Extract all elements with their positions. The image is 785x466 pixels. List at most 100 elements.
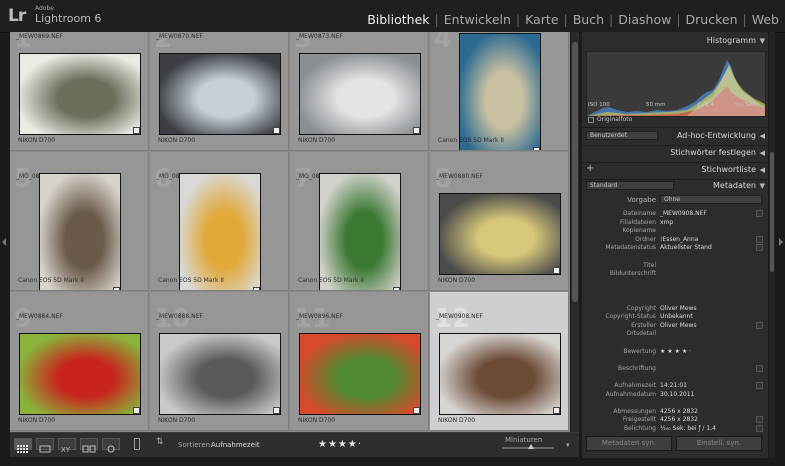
metadata-value[interactable]: 4256 x 2832 [660, 408, 698, 415]
metadata-action-icon[interactable] [756, 425, 763, 432]
edit-badge-icon[interactable] [553, 407, 560, 414]
metadata-value[interactable]: Unbekannt [660, 313, 693, 320]
metadata-action-icon[interactable] [756, 364, 763, 372]
thumbnail-size-slider[interactable] [502, 444, 554, 449]
grid-cell[interactable]: 10 _MEW0888.NEF NIKON D700 [150, 292, 289, 431]
add-keyword-icon[interactable]: + [586, 163, 594, 174]
metadata-key: Bildunterschrift [609, 270, 656, 278]
metadata-preset-dropdown[interactable]: Standard [586, 181, 674, 190]
edit-badge-icon[interactable] [553, 267, 560, 274]
compare-view-button[interactable]: XY [58, 438, 76, 454]
grid-cell[interactable]: 6_MG_0858.CR2Canon EOS 5D Mark II [150, 152, 289, 291]
edit-badge-icon[interactable] [393, 287, 400, 290]
module-buch[interactable]: Buch [573, 12, 604, 27]
edit-badge-icon[interactable] [273, 407, 280, 414]
sync-settings-button[interactable]: Einstell. syn. [676, 436, 762, 451]
metadata-value[interactable]: 30.10.2011 [660, 391, 694, 398]
edit-badge-icon[interactable] [113, 287, 120, 290]
sort-direction-icon[interactable]: ⇅ [156, 437, 164, 447]
edit-badge-icon[interactable] [413, 407, 420, 414]
grid-cell[interactable]: 11 _MEW0896.NEF NIKON D700 [290, 292, 429, 431]
edit-badge-icon[interactable] [133, 407, 140, 414]
photo-thumbnail[interactable] [299, 333, 421, 415]
left-panel-toggle-icon[interactable] [2, 238, 6, 246]
grid-cell[interactable]: 9 _MEW0884.NEF NIKON D700 [10, 292, 149, 431]
spray-can-icon[interactable] [134, 438, 140, 450]
right-panel-toggle-icon[interactable] [779, 238, 783, 246]
edit-badge-icon[interactable] [133, 127, 140, 134]
rating-filter-stars[interactable]: ★★★★· [318, 439, 362, 450]
people-view-button[interactable] [102, 438, 120, 453]
metadata-action-icon[interactable] [756, 235, 763, 243]
grid-cell[interactable]: 5_MG_0856.CR2Canon EOS 5D Mark II [10, 152, 149, 291]
grid-cell[interactable]: 1 _MEW0869.NEF NIKON D700 [10, 32, 149, 151]
module-drucken[interactable]: Drucken [686, 12, 738, 27]
metadata-value[interactable]: 4256 x 2832 [660, 416, 698, 423]
survey-view-button[interactable] [80, 438, 98, 453]
photo-thumbnail[interactable] [459, 33, 541, 150]
keywording-header[interactable]: Stichwörter festlegen ◀ [582, 146, 768, 160]
grid-cell[interactable]: 4 Canon EOS 5D Mark II [430, 32, 569, 151]
edit-badge-icon[interactable] [413, 127, 420, 134]
right-panel: Histogramm ▼ ISO 100 50 mm ƒ / 1,4 ¹⁄₂₀₀… [582, 32, 768, 458]
module-entwickeln[interactable]: Entwickeln [444, 12, 511, 27]
histogram-header[interactable]: Histogramm ▼ [582, 34, 768, 48]
metadata-action-icon[interactable] [756, 321, 763, 329]
edit-badge-icon[interactable] [533, 147, 540, 150]
grid-cell[interactable]: 2 _MEW0870.NEF NIKON D700 [150, 32, 289, 151]
metadata-value[interactable]: 14:21:01 [660, 382, 687, 389]
grid-cell[interactable]: 12 _MEW0908.NEF NIKON D700 [430, 292, 569, 431]
grid-cell[interactable]: 7_MG_0861.CR2Canon EOS 5D Mark II [290, 152, 429, 291]
metadata-action-icon[interactable] [756, 416, 763, 424]
vorgabe-dropdown[interactable]: Ohne [660, 195, 762, 204]
grid-cell[interactable]: 8 _MEW0880.NEF NIKON D700 [430, 152, 569, 291]
quick-develop-header[interactable]: Benutzerdef. Ad-hoc-Entwicklung ◀ [582, 129, 768, 143]
photo-thumbnail[interactable] [299, 53, 421, 135]
grid-cell[interactable]: 3 _MEW0873.NEF NIKON D700 [290, 32, 429, 151]
grid-scrollbar[interactable] [571, 32, 579, 432]
metadata-value[interactable]: ★ ★ ★ ★ · [660, 348, 691, 355]
photo-thumbnail[interactable] [319, 173, 401, 290]
module-separator: | [609, 12, 614, 27]
keyword-list-header[interactable]: + Stichwortliste ◀ [582, 163, 768, 177]
module-web[interactable]: Web [752, 12, 779, 27]
right-panel-scrollbar[interactable] [769, 32, 775, 458]
grid-scroll-thumb[interactable] [572, 42, 578, 302]
metadata-header[interactable]: Standard Metadaten ▼ [582, 179, 768, 193]
metadata-value[interactable]: !Essen_Anna [660, 236, 698, 243]
grid-view-button[interactable] [14, 438, 32, 453]
original-photo-checkbox[interactable] [588, 117, 594, 123]
module-karte[interactable]: Karte [525, 12, 558, 27]
photo-thumbnail[interactable] [39, 173, 121, 290]
sync-buttons: Metadaten syn. Einstell. syn. [582, 432, 768, 458]
edit-badge-icon[interactable] [273, 127, 280, 134]
metadata-action-icon[interactable] [756, 382, 763, 389]
photo-thumbnail[interactable] [159, 333, 281, 415]
right-panel-scroll-thumb[interactable] [770, 152, 774, 272]
module-bibliothek[interactable]: Bibliothek [367, 12, 429, 27]
module-diashow[interactable]: Diashow [618, 12, 671, 27]
metadata-key: Metadatenstatus [605, 244, 656, 252]
loupe-view-button[interactable] [36, 438, 54, 453]
photo-thumbnail[interactable] [179, 173, 261, 290]
quick-develop-preset-dropdown[interactable]: Benutzerdef. [586, 131, 658, 140]
metadata-value[interactable]: Aktuellster Stand [660, 244, 712, 251]
photo-thumbnail[interactable] [19, 333, 141, 415]
metadata-action-icon[interactable] [756, 210, 763, 217]
sync-metadata-button[interactable]: Metadaten syn. [586, 436, 672, 451]
photo-thumbnail[interactable] [159, 53, 281, 135]
thumbnail-size-slider-knob[interactable] [528, 444, 534, 449]
metadata-value[interactable]: Oliver Mews [660, 322, 697, 329]
toolbar-menu-chevron-icon[interactable]: ▾ [566, 441, 570, 449]
metadata-value[interactable]: xmp [660, 219, 673, 226]
edit-badge-icon[interactable] [253, 287, 260, 290]
photo-thumbnail[interactable] [439, 333, 561, 415]
metadata-value[interactable]: Oliver Mews [660, 305, 697, 312]
camera-model: NIKON D700 [158, 137, 196, 144]
metadata-value[interactable]: _MEW0908.NEF [660, 210, 707, 217]
metadata-value[interactable]: ¹⁄₂₀₀ Sek. bei ƒ / 1,4 [660, 425, 716, 432]
photo-thumbnail[interactable] [19, 53, 141, 135]
photo-thumbnail[interactable] [439, 193, 561, 275]
metadata-action-icon[interactable] [756, 244, 763, 252]
sort-dropdown[interactable]: Aufnahmezeit [211, 441, 260, 449]
